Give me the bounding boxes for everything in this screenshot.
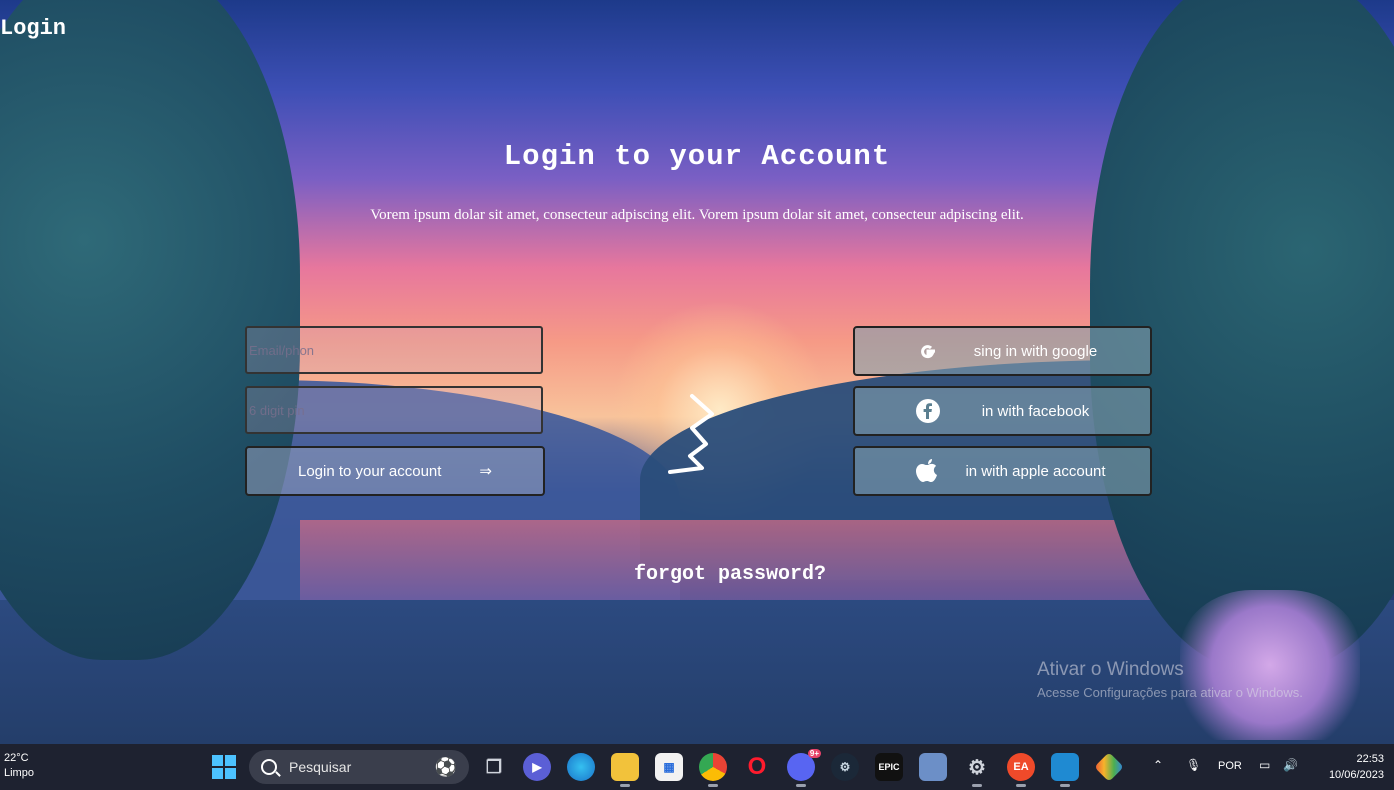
git-app-icon[interactable]	[1094, 752, 1124, 782]
settings-gear-icon[interactable]: ⚙	[963, 753, 991, 787]
microsoft-store-icon[interactable]: ▦	[655, 753, 683, 781]
soccer-ball-icon: ⚽	[434, 756, 457, 777]
chrome-browser-icon[interactable]	[699, 753, 727, 787]
search-icon	[261, 759, 277, 775]
edge-browser-icon[interactable]	[567, 753, 595, 781]
watermark-title: Ativar o Windows	[1037, 659, 1184, 680]
google-icon	[915, 338, 941, 364]
page-subtitle: Vorem ipsum dolar sit amet, consecteur a…	[370, 207, 1024, 223]
network-icon[interactable]: ▭	[1259, 758, 1270, 772]
ea-app-icon[interactable]: EA	[1007, 753, 1035, 787]
login-button[interactable]: Login to your account ⇒	[245, 446, 545, 496]
watermark-subtitle: Acesse Configurações para ativar o Windo…	[1037, 685, 1303, 700]
weather-desc: Limpo	[4, 767, 34, 779]
search-placeholder: Pesquisar	[289, 759, 352, 775]
facebook-icon	[915, 398, 941, 424]
steam-icon[interactable]: ⚙	[831, 753, 859, 781]
email-field[interactable]	[245, 326, 543, 374]
discord-notification-badge: 9+	[807, 749, 821, 758]
windows-start-icon[interactable]	[212, 755, 236, 779]
clock-time: 22:53	[1356, 753, 1384, 765]
apple-signin-button[interactable]: in with apple account	[853, 446, 1152, 496]
taskbar-clock[interactable]: 22:53 10/06/2023	[1312, 751, 1384, 783]
page-title: Login to your Account	[503, 140, 891, 173]
task-view-icon[interactable]: ❐	[480, 753, 508, 781]
epic-games-text: EPIC	[878, 762, 900, 772]
facebook-signin-button[interactable]: in with facebook	[853, 386, 1152, 436]
weather-widget[interactable]: 22°C Limpo	[4, 751, 34, 781]
squiggle-decoration	[668, 394, 714, 474]
teams-chat-icon[interactable]: ▶	[523, 753, 551, 781]
apple-icon	[915, 458, 941, 484]
apple-signin-label: in with apple account	[965, 462, 1106, 480]
forgot-password-link[interactable]: forgot password?	[0, 563, 1394, 586]
ea-app-text: EA	[1013, 761, 1029, 773]
epic-games-icon[interactable]: EPIC	[875, 753, 903, 781]
weather-temp: 22°C	[4, 752, 29, 764]
arrow-right-icon: ⇒	[479, 463, 492, 480]
vscode-icon[interactable]	[1051, 753, 1079, 787]
volume-icon[interactable]: 🔊	[1283, 758, 1298, 772]
login-button-label: Login to your account	[297, 462, 442, 480]
corner-login-title: Login	[0, 16, 67, 41]
taskbar: 22°C Limpo Pesquisar ⚽ ❐ ▶ ▦ O 9+ ⚙ EPIC…	[0, 744, 1394, 790]
opera-browser-icon[interactable]: O	[743, 753, 771, 781]
taskbar-search-box[interactable]: Pesquisar ⚽	[249, 750, 469, 784]
chevron-up-icon[interactable]: ⌃	[1153, 758, 1163, 772]
discord-icon[interactable]: 9+	[787, 749, 821, 787]
background-illustration	[0, 0, 1394, 744]
file-explorer-icon[interactable]	[611, 753, 639, 787]
clock-date: 10/06/2023	[1328, 769, 1384, 781]
activate-windows-watermark: Ativar o Windows Acesse Configurações pa…	[1037, 659, 1303, 700]
language-indicator[interactable]: POR	[1218, 760, 1242, 772]
google-signin-label: sing in with google	[973, 342, 1098, 360]
pin-field[interactable]	[245, 386, 543, 434]
computer-app-icon[interactable]	[919, 753, 947, 781]
facebook-signin-label: in with facebook	[981, 402, 1090, 420]
microphone-icon[interactable]: 🎙	[1186, 758, 1201, 772]
google-signin-button[interactable]: sing in with google	[853, 326, 1152, 376]
